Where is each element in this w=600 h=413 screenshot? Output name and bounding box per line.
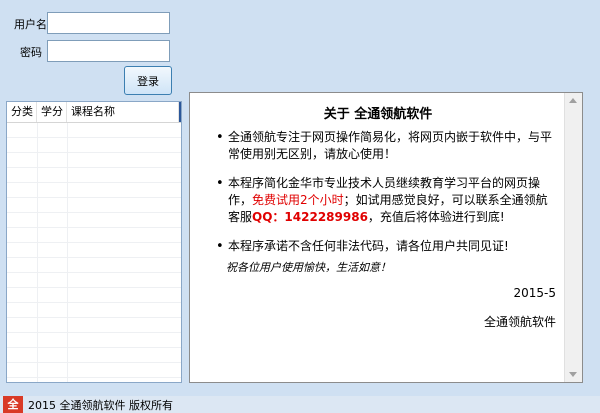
course-list-grid [7,123,181,382]
about-panel: 关于 全通领航软件 全通领航专注于网页操作简易化，将网页内嵌于软件中，与平常使用… [189,92,583,383]
username-label: 用户名 [14,18,47,31]
column-credit[interactable]: 学分 [37,102,67,122]
course-list-header: 分类 学分 课程名称 [7,102,181,123]
about-item-2-end: ，充值后将体验进行到底! [367,210,505,224]
qq-contact: QQ：1422289986 [252,210,368,224]
trial-notice: 免费试用2个小时 [252,193,344,207]
status-bar: 全 2015 全通领航软件 版权所有 [0,396,600,413]
course-list[interactable]: 分类 学分 课程名称 [6,101,182,383]
about-item-1: 全通领航专注于网页操作简易化，将网页内嵌于软件中，与平常使用别无区别，请放心使用… [216,129,558,163]
about-item-2: 本程序简化金华市专业技术人员继续教育学习平台的网页操作，免费试用2个小时；如试用… [216,175,558,226]
about-item-3: 本程序承诺不含任何非法代码，请各位用户共同见证! [216,238,558,255]
about-date: 2015-5 [513,286,556,300]
login-button[interactable]: 登录 [124,66,172,95]
username-input[interactable] [47,12,170,34]
column-course-name[interactable]: 课程名称 [67,102,179,122]
scroll-up-icon[interactable] [569,98,577,103]
grid-line [37,123,38,382]
grid-line [67,123,68,382]
copyright-text: 2015 全通领航软件 版权所有 [28,399,173,412]
about-signature: 全通领航软件 [483,315,556,329]
scroll-down-icon[interactable] [569,372,577,377]
password-label: 密码 [20,46,42,59]
about-title: 关于 全通领航软件 [323,107,433,122]
column-resize-handle[interactable] [179,102,181,122]
blessing-text: 祝各位用户使用愉快，生活如意！ [226,261,391,274]
about-list: 全通领航专注于网页操作简易化，将网页内嵌于软件中，与平常使用别无区别，请放心使用… [216,129,558,267]
vertical-scrollbar[interactable] [564,93,582,382]
password-input[interactable] [47,40,170,62]
app-logo-icon: 全 [3,396,23,413]
column-category[interactable]: 分类 [7,102,37,122]
